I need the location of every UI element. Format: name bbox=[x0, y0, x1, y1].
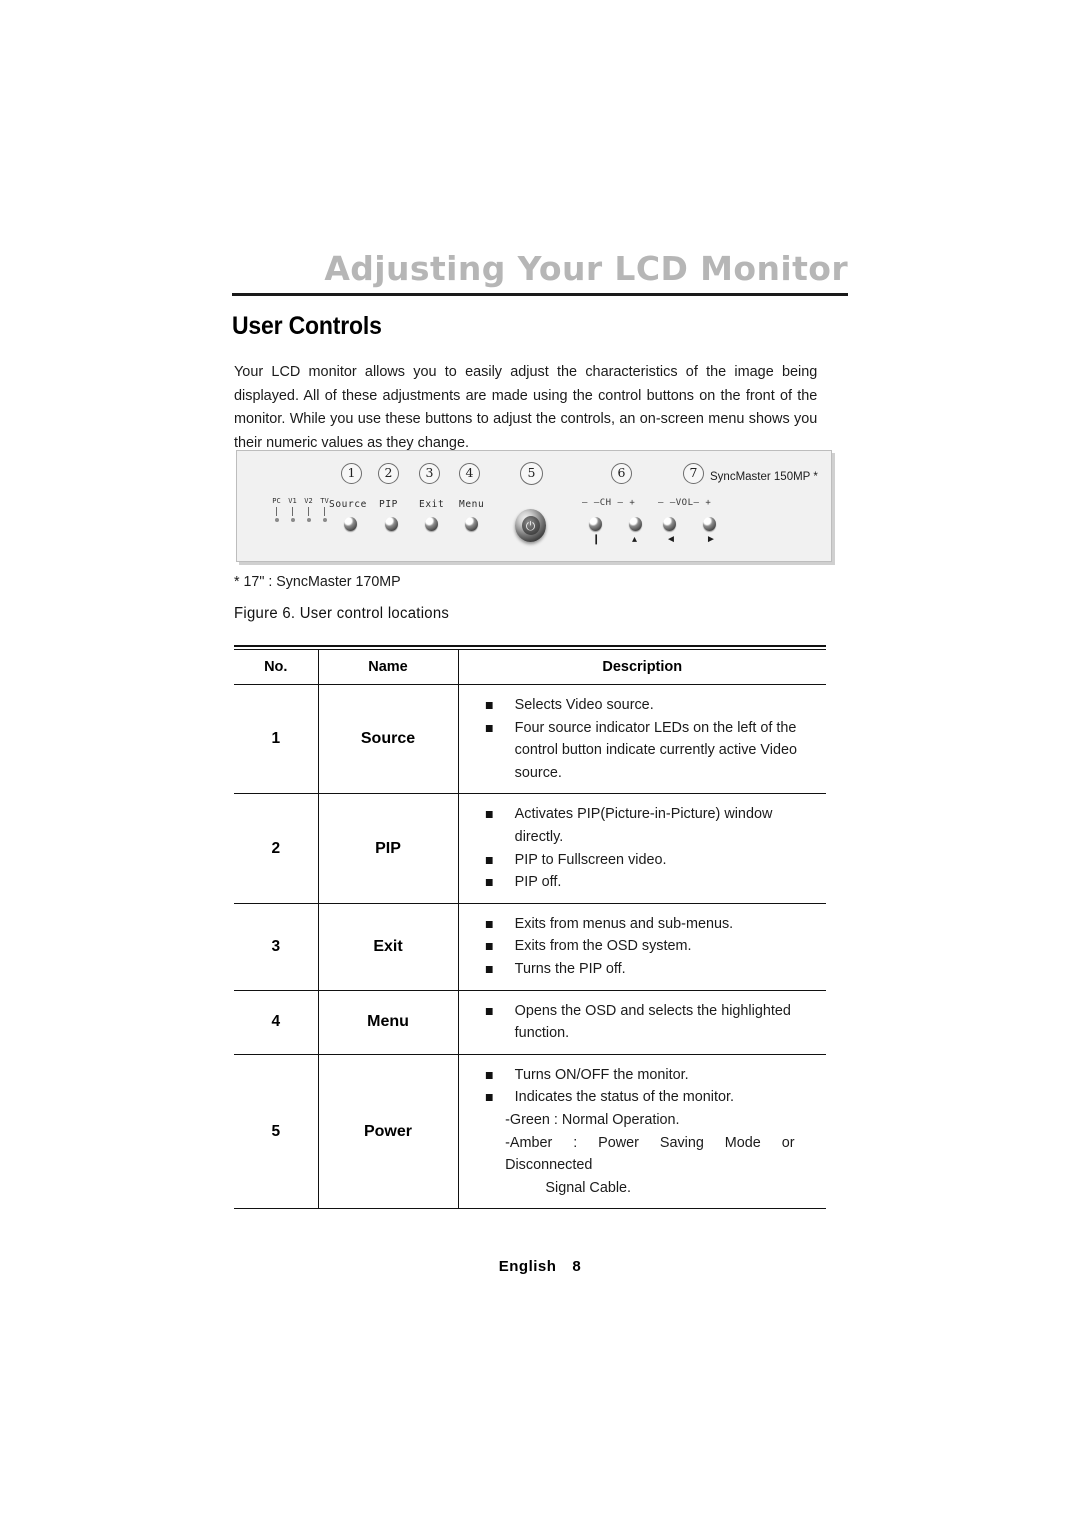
description-line: function. bbox=[514, 1024, 569, 1042]
user-controls-table: No. Name Description 1 Source Selects Vide… bbox=[234, 645, 827, 1210]
channel-down-arrow-icon: ❙ bbox=[592, 534, 601, 545]
callout-2: 2 bbox=[378, 463, 399, 484]
volume-range-label: – —VOL— + bbox=[658, 498, 712, 508]
menu-button[interactable] bbox=[465, 517, 478, 531]
exit-button[interactable] bbox=[425, 517, 438, 531]
description-list: Turns ON/OFF the monitor. Indicates the s… bbox=[459, 1064, 827, 1200]
channel-up-arrow-icon: ▴ bbox=[632, 534, 638, 545]
cell-no: 4 bbox=[234, 990, 318, 1055]
cell-name: Menu bbox=[317, 990, 458, 1055]
callout-1: 1 bbox=[341, 463, 362, 484]
document-page: Adjusting Your LCD Monitor User Controls… bbox=[0, 0, 1080, 1528]
description-line: -Green : Normal Operation. bbox=[504, 1110, 680, 1128]
cell-description: Activates PIP(Picture-in-Picture) window… bbox=[457, 793, 827, 904]
description-line: -Amber : Power Saving Mode or Disconnect… bbox=[504, 1133, 795, 1174]
column-header-name: Name bbox=[317, 650, 458, 685]
cell-no: 3 bbox=[234, 903, 318, 991]
chapter-header: Adjusting Your LCD Monitor bbox=[232, 249, 848, 296]
description-line: Exits from menus and sub-menus. bbox=[459, 913, 798, 936]
callout-5: 5 bbox=[520, 462, 543, 485]
table-row: 5 Power Turns ON/OFF the monitor. Indicates… bbox=[234, 1054, 827, 1210]
led-label-v1: V1 bbox=[288, 497, 297, 505]
button-label-exit: Exit bbox=[419, 499, 445, 510]
led-label-v2: V2 bbox=[304, 497, 313, 505]
cell-description: Exits from menus and sub-menus. Exits fro… bbox=[457, 903, 827, 991]
cell-no: 2 bbox=[234, 793, 318, 904]
table-header-row: No. Name Description bbox=[234, 650, 826, 685]
description-line: Turns ON/OFF the monitor. bbox=[459, 1064, 798, 1087]
description-line: directly. bbox=[514, 827, 563, 845]
description-list: Exits from menus and sub-menus. Exits fro… bbox=[459, 913, 827, 981]
description-line: Four source indicator LEDs on the left o… bbox=[459, 717, 798, 740]
callout-3: 3 bbox=[419, 463, 440, 484]
table-row: 2 PIP Activates PIP(Picture-in-Picture) wi… bbox=[234, 793, 827, 904]
table-row: 3 Exit Exits from menus and sub-menus. Exit… bbox=[234, 903, 827, 991]
monitor-model-name: SyncMaster 150MP * bbox=[710, 471, 818, 483]
description-line: Exits from the OSD system. bbox=[459, 935, 798, 958]
description-line: Signal Cable. bbox=[544, 1178, 631, 1196]
led-dots bbox=[271, 518, 330, 523]
callout-6: 6 bbox=[611, 463, 632, 484]
description-line: Opens the OSD and selects the highlighte… bbox=[459, 1000, 798, 1023]
volume-up-arrow-icon: ► bbox=[706, 534, 716, 545]
cell-name: Exit bbox=[317, 903, 458, 991]
control-panel-figure: 1 2 3 4 5 6 7 PC V1 V2 TV Source PIP Exi… bbox=[236, 450, 832, 562]
chapter-title: Adjusting Your LCD Monitor bbox=[324, 249, 848, 288]
description-line: Selects Video source. bbox=[459, 694, 798, 717]
callout-7: 7 bbox=[683, 463, 704, 484]
description-list: Activates PIP(Picture-in-Picture) window… bbox=[459, 803, 827, 893]
table-body: 1 Source Selects Video source. Four source … bbox=[234, 684, 827, 1210]
volume-down-button[interactable] bbox=[663, 517, 676, 531]
footer-page-number: 8 bbox=[572, 1258, 582, 1275]
column-header-no: No. bbox=[234, 650, 318, 685]
button-label-source: Source bbox=[329, 499, 367, 510]
button-label-menu: Menu bbox=[459, 499, 485, 510]
callout-4: 4 bbox=[459, 463, 480, 484]
cell-description: Opens the OSD and selects the highlighte… bbox=[457, 990, 827, 1055]
source-led-indicators: PC V1 V2 TV bbox=[271, 497, 330, 523]
description-line: Turns the PIP off. bbox=[459, 958, 798, 981]
led-tick-marks bbox=[271, 507, 330, 516]
footer-language: English bbox=[498, 1258, 557, 1275]
column-header-description: Description bbox=[457, 650, 826, 685]
volume-up-button[interactable] bbox=[703, 517, 716, 531]
cell-name: Power bbox=[317, 1054, 458, 1210]
description-line: PIP off. bbox=[459, 871, 798, 894]
source-button[interactable] bbox=[344, 517, 357, 531]
power-icon: ⏻ bbox=[525, 518, 536, 533]
table-row: 1 Source Selects Video source. Four source … bbox=[234, 684, 827, 795]
description-line: Activates PIP(Picture-in-Picture) window bbox=[459, 803, 798, 826]
description-line: PIP to Fullscreen video. bbox=[459, 849, 798, 872]
volume-down-arrow-icon: ◄ bbox=[666, 534, 676, 545]
cell-no: 1 bbox=[234, 684, 318, 795]
table-row: 4 Menu Opens the OSD and selects the highl… bbox=[234, 990, 827, 1055]
figure-caption: Figure 6. User control locations bbox=[234, 605, 450, 622]
power-button[interactable]: ⏻ bbox=[515, 509, 546, 542]
cell-description: Turns ON/OFF the monitor. Indicates the s… bbox=[457, 1054, 827, 1210]
cell-no: 5 bbox=[234, 1054, 318, 1210]
channel-down-button[interactable] bbox=[589, 517, 602, 531]
description-list: Opens the OSD and selects the highlighte… bbox=[459, 1000, 827, 1045]
pip-button[interactable] bbox=[385, 517, 398, 531]
description-line: Indicates the status of the monitor. bbox=[459, 1086, 798, 1109]
description-line: source. bbox=[514, 763, 562, 781]
cell-name: PIP bbox=[317, 793, 458, 904]
led-label-pc: PC bbox=[272, 497, 281, 505]
cell-name: Source bbox=[317, 684, 458, 795]
power-button-inner: ⏻ bbox=[521, 516, 540, 535]
figure-footnote: * 17" : SyncMaster 170MP bbox=[234, 573, 401, 590]
page-title: User Controls bbox=[232, 312, 382, 340]
cell-description: Selects Video source. Four source indicat… bbox=[457, 684, 827, 795]
chapter-divider bbox=[232, 293, 848, 296]
description-line: control button indicate currently active… bbox=[514, 741, 797, 759]
description-list: Selects Video source. Four source indicat… bbox=[459, 694, 827, 784]
table-top-rule-outer bbox=[234, 645, 826, 647]
intro-paragraph: Your LCD monitor allows you to easily ad… bbox=[234, 363, 818, 451]
channel-up-button[interactable] bbox=[629, 517, 642, 531]
channel-range-label: – —CH — + bbox=[582, 498, 636, 508]
button-label-pip: PIP bbox=[379, 499, 398, 510]
led-label-row: PC V1 V2 TV bbox=[271, 497, 330, 505]
page-footer: English 8 bbox=[0, 1258, 1080, 1275]
